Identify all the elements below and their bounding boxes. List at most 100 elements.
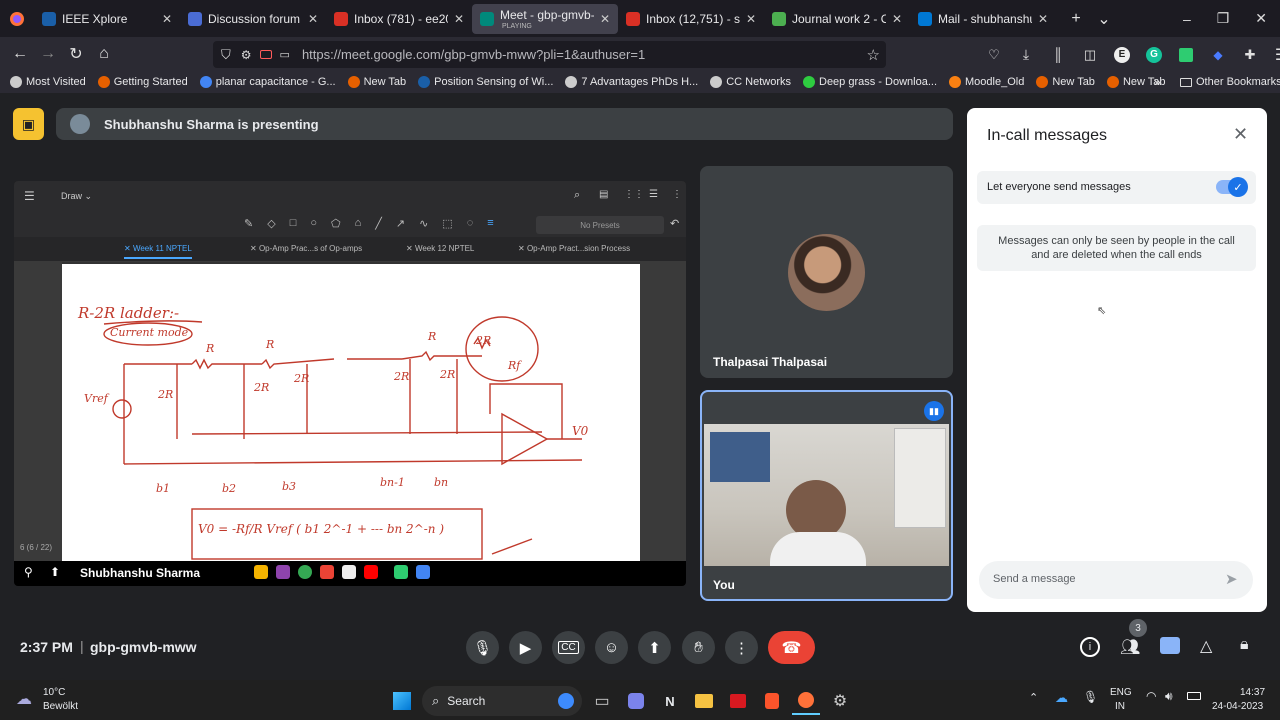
back-button[interactable]: ← xyxy=(6,40,34,68)
bookmark-item[interactable]: CC Networks xyxy=(704,76,797,88)
extension-green-icon[interactable] xyxy=(1172,41,1200,69)
people-button[interactable]: 👥︎ xyxy=(1120,637,1140,657)
bookmark-item[interactable]: New Tab xyxy=(1030,76,1101,88)
url-text[interactable]: https://meet.google.com/gbp-gmvb-mww?pli… xyxy=(302,47,645,62)
pocket-icon[interactable]: ♡ xyxy=(980,41,1008,69)
weather-icon[interactable]: ☁ xyxy=(16,689,32,709)
close-panel-button[interactable]: ✕ xyxy=(1233,124,1248,145)
document-tab: ✕ Op-Amp Prac...s of Op-amps xyxy=(250,244,362,253)
browser-tab[interactable]: Meet - gbp-gmvb-mwPLAYING ✕ xyxy=(472,3,618,34)
file-explorer-icon[interactable] xyxy=(690,687,718,715)
close-tab-icon[interactable]: ✕ xyxy=(892,12,902,26)
close-tab-icon[interactable]: ✕ xyxy=(308,12,318,26)
wifi-icon[interactable]: ◠ xyxy=(1146,689,1156,703)
close-tab-icon[interactable]: ✕ xyxy=(600,12,610,26)
close-tab-icon[interactable]: ✕ xyxy=(746,12,756,26)
onedrive-icon[interactable]: ☁ xyxy=(1055,690,1068,706)
notes-resistor-label: R xyxy=(266,338,275,351)
bookmark-star-icon[interactable]: ☆ xyxy=(867,46,880,64)
taskbar-search[interactable]: ⌕ Search xyxy=(422,686,582,716)
close-tab-icon[interactable]: ✕ xyxy=(454,12,464,26)
extension-e-icon[interactable]: E xyxy=(1108,41,1136,69)
meeting-details-button[interactable]: i xyxy=(1080,637,1100,657)
clock-time[interactable]: 14:37 xyxy=(1240,687,1265,698)
grammarly-icon[interactable]: G xyxy=(1140,41,1168,69)
permissions-icon[interactable]: ⚙ xyxy=(241,48,252,62)
participant-tile-thalpasai[interactable]: Thalpasai Thalpasai xyxy=(700,166,953,378)
settings-icon[interactable]: ⚙ xyxy=(826,687,854,715)
bookmark-item[interactable]: 7 Advantages PhDs H... xyxy=(559,76,704,88)
bookmark-item[interactable]: New Tab xyxy=(342,76,413,88)
message-input[interactable]: Send a message ➤ xyxy=(979,561,1253,599)
start-button[interactable] xyxy=(388,687,416,715)
participant-tile-you[interactable]: ▮▮ You xyxy=(700,390,953,601)
browser-tab[interactable]: Inbox (12,751) - shubh ✕ xyxy=(618,0,764,37)
camera-sharing-icon[interactable] xyxy=(259,50,272,59)
browser-tab[interactable]: IEEE Xplore ✕ xyxy=(34,0,180,37)
home-button[interactable]: ⌂ xyxy=(90,40,118,68)
firefox-icon[interactable] xyxy=(792,687,820,715)
person-shirt xyxy=(770,532,866,566)
close-window-button[interactable]: ✕ xyxy=(1255,10,1267,27)
leave-call-button[interactable]: ☎︎ xyxy=(768,631,815,664)
more-bookmarks-icon[interactable]: » xyxy=(1154,75,1161,89)
brave-icon[interactable] xyxy=(758,687,786,715)
teams-icon[interactable] xyxy=(622,687,650,715)
volume-icon[interactable]: 🔊︎ xyxy=(1165,689,1173,704)
allow-messages-toggle[interactable]: ✓ xyxy=(1216,177,1248,197)
browser-tab[interactable]: Mail - shubhanshu.shar ✕ xyxy=(910,0,1056,37)
browser-tab[interactable]: Discussion forum for C ✕ xyxy=(180,0,326,37)
tray-overflow-icon[interactable]: ⌃ xyxy=(1029,691,1038,704)
mendeley-icon[interactable] xyxy=(724,687,752,715)
tab-playing-label: PLAYING xyxy=(502,22,532,30)
reload-button[interactable]: ↻ xyxy=(62,40,90,68)
close-tab-icon[interactable]: ✕ xyxy=(162,12,172,26)
extension-blue-icon[interactable]: ◆ xyxy=(1204,41,1232,69)
bookmark-item[interactable]: Moodle_Old xyxy=(943,76,1030,88)
reactions-button[interactable]: ☺ xyxy=(595,631,628,664)
downloads-icon[interactable]: ⤓ xyxy=(1012,41,1040,69)
new-tab-button[interactable]: + xyxy=(1062,5,1090,33)
library-icon[interactable]: ║ xyxy=(1044,41,1072,69)
bookmark-item[interactable]: Position Sensing of Wi... xyxy=(412,76,559,88)
camera-button[interactable]: ▶ xyxy=(509,631,542,664)
app-menu-icon[interactable]: ☰ xyxy=(1268,41,1280,69)
region[interactable]: IN xyxy=(1115,701,1125,712)
bookmark-item[interactable]: planar capacitance - G... xyxy=(194,76,342,88)
browser-tab[interactable]: Journal work 2 - Onlin ✕ xyxy=(764,0,910,37)
firefox-menu-icon[interactable] xyxy=(0,5,34,33)
maximize-button[interactable]: ❐ xyxy=(1217,10,1230,27)
url-bar[interactable]: ⛉ ⚙ ▭ https://meet.google.com/gbp-gmvb-m… xyxy=(213,41,886,68)
microphone-button[interactable]: 🎙︎ xyxy=(466,631,499,664)
shield-icon[interactable]: ⛉ xyxy=(221,47,231,63)
host-controls-button[interactable]: 🔒︎ xyxy=(1240,636,1249,654)
bookmark-item[interactable]: Most Visited xyxy=(4,76,92,88)
task-view-icon[interactable]: ▭ xyxy=(588,687,616,715)
more-options-button[interactable]: ⋮ xyxy=(725,631,758,664)
sidebar-icon[interactable]: ◫ xyxy=(1076,41,1104,69)
bookmark-item[interactable]: Getting Started xyxy=(92,76,194,88)
chat-button[interactable] xyxy=(1160,637,1180,654)
activities-button[interactable]: △ xyxy=(1200,636,1212,656)
extensions-icon[interactable]: ✚ xyxy=(1236,41,1264,69)
battery-icon[interactable] xyxy=(1187,692,1201,700)
language[interactable]: ENG xyxy=(1110,687,1132,698)
minimize-button[interactable]: – xyxy=(1183,11,1191,27)
bookmark-item[interactable]: Deep grass - Downloa... xyxy=(797,76,943,88)
present-now-button[interactable]: ⬆ xyxy=(638,631,671,664)
other-bookmarks[interactable]: Other Bookmarks xyxy=(1174,76,1280,88)
close-tab-icon[interactable]: ✕ xyxy=(1038,12,1048,26)
clock-date[interactable]: 24-04-2023 xyxy=(1212,701,1263,712)
mic-tray-icon[interactable]: 🎙︎ xyxy=(1083,690,1098,704)
emoji-icon: ☺ xyxy=(603,639,620,656)
captions-button[interactable]: CC xyxy=(552,631,585,664)
screen-sharing-icon[interactable]: ▭ xyxy=(280,48,290,61)
list-all-tabs-icon[interactable]: ⌄ xyxy=(1090,5,1118,33)
send-icon[interactable]: ➤ xyxy=(1225,570,1238,588)
raise-hand-button[interactable]: ✋︎ xyxy=(682,631,715,664)
notion-icon[interactable]: N xyxy=(656,687,684,715)
forward-button[interactable]: → xyxy=(34,40,62,68)
browser-tab[interactable]: Inbox (781) - ee20d41 ✕ xyxy=(326,0,472,37)
bookmark-favicon-icon xyxy=(565,76,578,88)
presentation-toggle-button[interactable]: ▣ xyxy=(13,108,44,140)
